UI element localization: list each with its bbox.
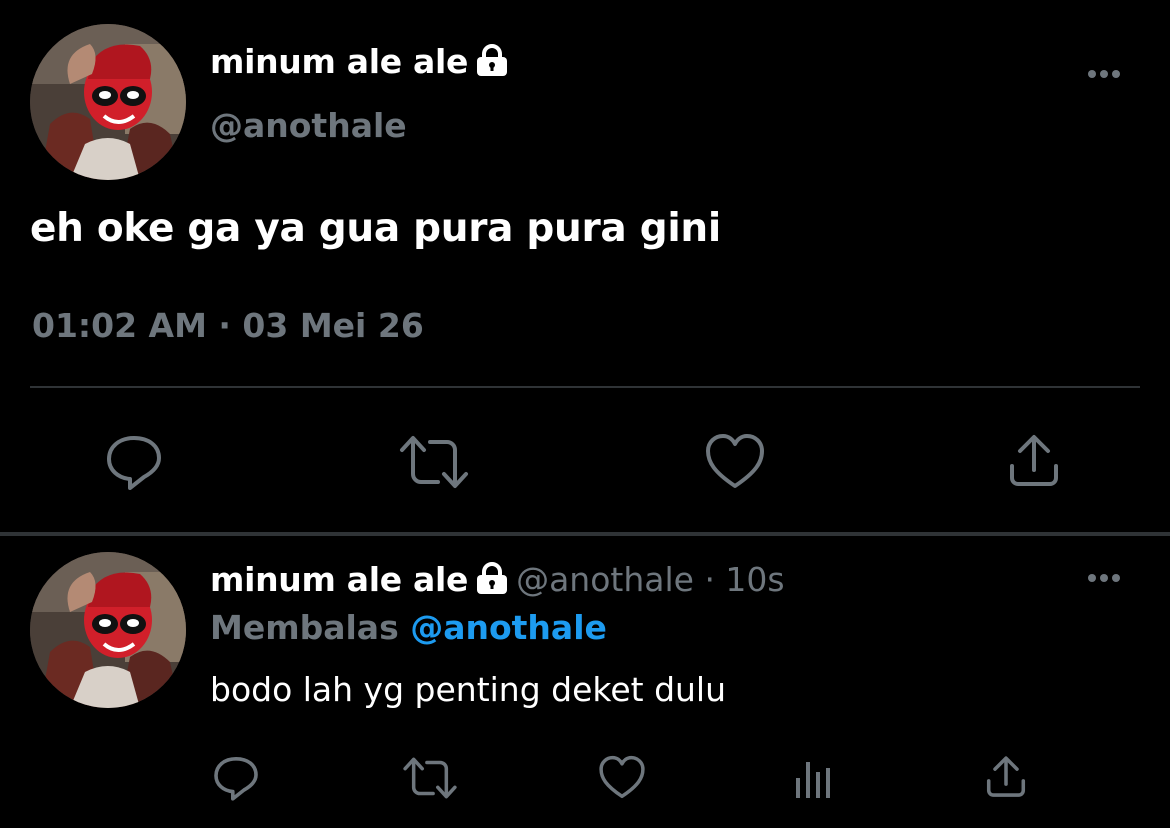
replying-mention-link[interactable]: @anothale [410,608,607,647]
reply-meta: @anothale · 10s [516,560,785,599]
avatar-image [30,24,186,180]
lock-icon [474,562,510,602]
section-separator [0,532,1170,536]
analytics-icon[interactable] [792,754,836,806]
author-display-name[interactable]: minum ale ale [210,42,468,81]
more-icon[interactable] [1084,568,1124,592]
main-tweet: minum ale ale @anothale eh oke ga ya gua… [0,0,1170,532]
reply-header: minum ale ale @anothale · 10s [210,560,785,602]
avatar-image [30,552,186,708]
heart-icon[interactable] [598,754,646,804]
author-handle[interactable]: @anothale [210,106,407,145]
reply-icon[interactable] [212,754,260,806]
reply-icon[interactable] [104,432,164,496]
retweet-icon[interactable] [398,432,470,496]
more-icon[interactable] [1084,64,1124,88]
replying-to: Membalas @anothale [210,608,607,647]
share-icon[interactable] [1006,432,1062,494]
heart-icon[interactable] [704,432,766,494]
lock-icon [474,44,510,84]
tweet-text: eh oke ga ya gua pura pura gini [30,206,721,251]
share-icon[interactable] [984,754,1028,804]
reply-avatar[interactable] [30,552,186,708]
reply-text: bodo lah yg penting deket dulu [210,670,727,709]
avatar[interactable] [30,24,186,180]
author-name[interactable]: minum ale ale [210,42,510,84]
replying-label: Membalas [210,608,399,647]
retweet-icon[interactable] [402,754,458,806]
tweet-thread: minum ale ale @anothale eh oke ga ya gua… [0,0,1170,828]
tweet-timestamp[interactable]: 01:02 AM · 03 Mei 26 [32,306,424,345]
divider [30,386,1140,388]
reply-author-name[interactable]: minum ale ale [210,560,468,599]
